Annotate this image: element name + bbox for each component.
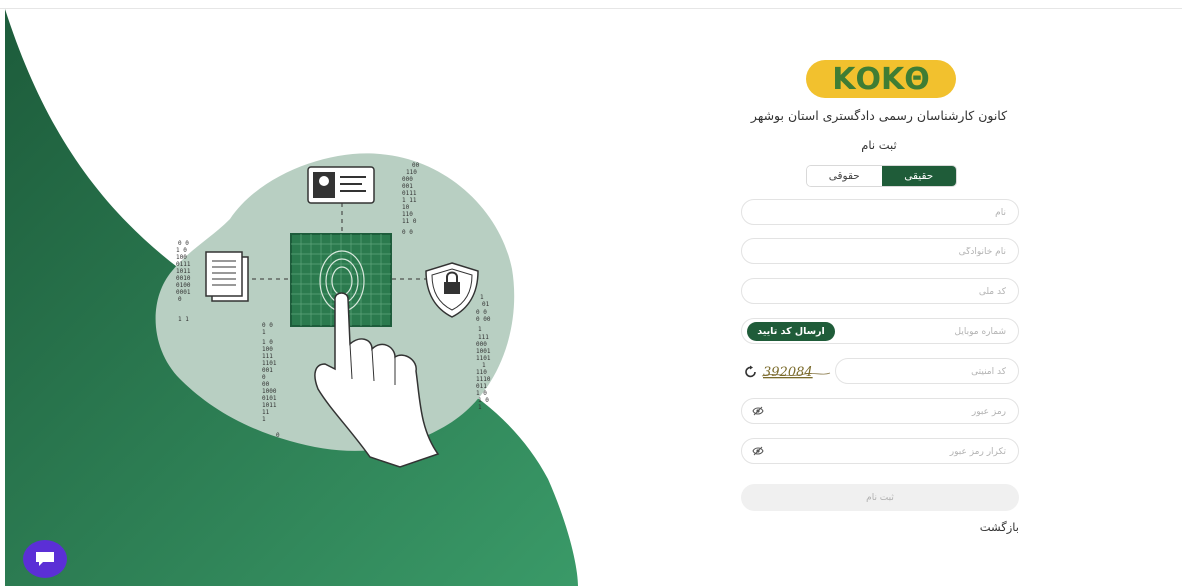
tab-natural[interactable]: حقیقی — [881, 166, 956, 186]
logo-text: ΚΟΚΘ — [832, 62, 930, 97]
svg-text:1: 1 — [480, 294, 484, 301]
svg-text:0 0: 0 0 — [178, 240, 189, 247]
person-type-tabs: حقوقی حقیقی — [806, 165, 957, 187]
svg-text:0111: 0111 — [402, 190, 417, 197]
svg-text:1001: 1001 — [476, 348, 491, 355]
svg-text:1000: 1000 — [262, 388, 277, 395]
captcha-input[interactable] — [864, 363, 1008, 381]
chat-button[interactable] — [23, 540, 67, 578]
national-code-input[interactable] — [804, 283, 1008, 301]
svg-text:0 00: 0 00 — [476, 316, 491, 323]
svg-text:110: 110 — [402, 211, 413, 218]
document-icon — [205, 251, 249, 302]
svg-text:1: 1 — [478, 326, 482, 333]
svg-text:01: 01 — [482, 301, 490, 308]
mobile-input[interactable] — [844, 323, 1008, 341]
svg-text:000: 000 — [402, 176, 413, 183]
tab-legal[interactable]: حقوقی — [807, 166, 882, 186]
brand-logo: ΚΟΚΘ — [806, 60, 956, 98]
last-name-input[interactable] — [804, 243, 1008, 261]
id-card-icon — [307, 166, 375, 204]
svg-text:1: 1 — [262, 416, 266, 423]
svg-text:1 0: 1 0 — [478, 397, 489, 404]
svg-text:0 0: 0 0 — [476, 309, 487, 316]
refresh-icon[interactable] — [744, 365, 758, 379]
svg-text:011: 011 — [476, 383, 487, 390]
svg-text:1110: 1110 — [476, 376, 491, 383]
svg-text:000: 000 — [476, 341, 487, 348]
svg-text:1 0: 1 0 — [476, 390, 487, 397]
back-link[interactable]: بازگشت — [940, 520, 1019, 534]
svg-text:100: 100 — [176, 254, 187, 261]
svg-text:0: 0 — [178, 296, 182, 303]
svg-text:0 0: 0 0 — [262, 322, 273, 329]
svg-text:0001: 0001 — [176, 289, 191, 296]
svg-text:0101: 0101 — [262, 395, 277, 402]
last-name-field — [741, 238, 1019, 264]
svg-text:1: 1 — [482, 362, 486, 369]
svg-text:1011: 1011 — [176, 268, 191, 275]
password-confirm-field — [741, 438, 1019, 464]
password-field — [741, 398, 1019, 424]
submit-button[interactable]: ثبت نام — [741, 484, 1019, 511]
page-title: ثبت نام — [861, 138, 897, 152]
svg-text:10: 10 — [402, 204, 410, 211]
password-confirm-input[interactable] — [804, 443, 1008, 461]
svg-text:111: 111 — [478, 334, 489, 341]
svg-text:1101: 1101 — [476, 355, 491, 362]
svg-text:1101: 1101 — [262, 360, 277, 367]
svg-text:0010: 0010 — [176, 275, 191, 282]
eye-off-icon[interactable] — [752, 446, 764, 456]
eye-off-icon[interactable] — [752, 406, 764, 416]
national-code-field — [741, 278, 1019, 304]
svg-text:1 0: 1 0 — [176, 247, 187, 254]
organization-name: کانون کارشناسان رسمی دادگستری استان بوشه… — [750, 108, 1008, 123]
captcha-text: 392084 — [763, 365, 813, 380]
svg-text:1 1: 1 1 — [178, 316, 189, 323]
svg-text:1 0: 1 0 — [262, 339, 273, 346]
svg-text:110: 110 — [406, 169, 417, 176]
svg-text:1: 1 — [262, 329, 266, 336]
svg-text:111: 111 — [262, 353, 273, 360]
password-input[interactable] — [804, 403, 1008, 421]
svg-text:100: 100 — [262, 346, 273, 353]
chat-bubble-icon — [36, 552, 54, 566]
svg-text:1 11: 1 11 — [402, 197, 417, 204]
svg-text:1011: 1011 — [262, 402, 277, 409]
svg-text:00: 00 — [262, 381, 270, 388]
svg-text:11: 11 — [262, 409, 270, 416]
first-name-input[interactable] — [804, 204, 1008, 222]
captcha-field — [835, 358, 1019, 384]
svg-text:1: 1 — [478, 404, 482, 411]
svg-text:11 0: 11 0 — [402, 218, 417, 225]
svg-text:0: 0 — [262, 374, 266, 381]
registration-illustration: 00110000001 01111 1110110 11 00 0 0 01 0… — [5, 9, 578, 586]
svg-text:0100: 0100 — [176, 282, 191, 289]
send-code-button[interactable]: ارسال کد تایید — [747, 322, 835, 341]
svg-text:001: 001 — [262, 367, 273, 374]
first-name-field — [741, 199, 1019, 225]
captcha-image: 392084 — [761, 365, 831, 380]
svg-text:0111: 0111 — [176, 261, 191, 268]
svg-text:00: 00 — [412, 162, 420, 169]
svg-text:001: 001 — [402, 183, 413, 190]
svg-text:0 0: 0 0 — [402, 229, 413, 236]
svg-text:0: 0 — [276, 432, 280, 439]
svg-text:110: 110 — [476, 369, 487, 376]
